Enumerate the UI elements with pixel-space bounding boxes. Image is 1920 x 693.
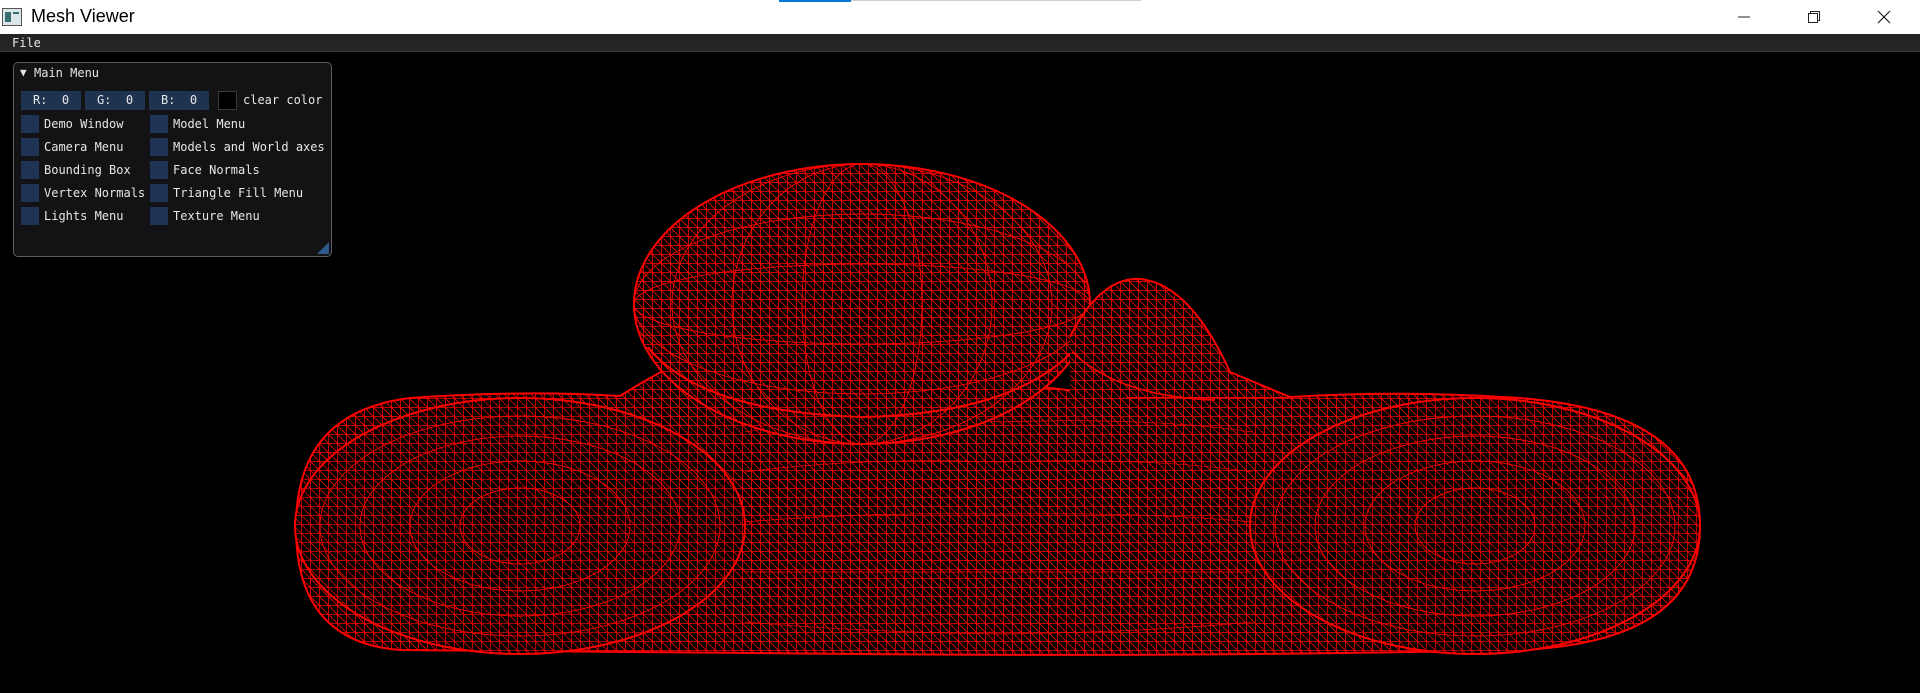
color-g-field[interactable]: G: 0 — [85, 91, 145, 110]
main-menu-panel: ▼ Main Menu R: 0 G: 0 B: 0 clear color D… — [13, 62, 332, 257]
demo-window-checkbox[interactable] — [21, 115, 39, 133]
close-icon — [1877, 10, 1891, 24]
checkbox-label: Texture Menu — [173, 209, 260, 223]
models-world-axes-checkbox[interactable] — [150, 138, 168, 156]
checkbox-label: Vertex Normals — [44, 186, 146, 200]
panel-header[interactable]: ▼ Main Menu — [14, 63, 331, 83]
close-button[interactable] — [1849, 0, 1919, 34]
color-r-field[interactable]: R: 0 — [21, 91, 81, 110]
restore-button[interactable] — [1779, 0, 1849, 34]
checkbox-label: Lights Menu — [44, 209, 124, 223]
clear-color-label: clear color — [243, 93, 323, 107]
window-title: Mesh Viewer — [31, 6, 135, 26]
vertex-normals-checkbox[interactable] — [21, 184, 39, 202]
title-accent-line — [779, 0, 851, 2]
checkbox-label: Triangle Fill Menu — [173, 186, 304, 200]
panel-title: Main Menu — [34, 66, 100, 80]
minimize-button[interactable] — [1709, 0, 1779, 34]
texture-menu-checkbox[interactable] — [150, 207, 168, 225]
camera-menu-checkbox[interactable] — [21, 138, 39, 156]
face-normals-checkbox[interactable] — [150, 161, 168, 179]
clear-color-swatch[interactable] — [218, 91, 237, 110]
minimize-icon — [1738, 16, 1750, 18]
checkbox-label: Models and World axes — [173, 140, 325, 154]
bounding-box-checkbox[interactable] — [21, 161, 39, 179]
triangle-fill-menu-checkbox[interactable] — [150, 184, 168, 202]
mesh-bump — [1069, 277, 1291, 401]
title-divider-line — [851, 0, 1141, 1]
checkbox-label: Bounding Box — [44, 163, 131, 177]
checkbox-label: Demo Window — [44, 117, 124, 131]
restore-icon — [1808, 11, 1820, 23]
file-menu[interactable]: File — [12, 35, 41, 51]
title-bar: Mesh Viewer — [0, 0, 1920, 34]
checkbox-label: Model Menu — [173, 117, 246, 131]
app-icon — [2, 8, 22, 26]
checkbox-label: Face Normals — [173, 163, 260, 177]
menu-bar: File — [0, 34, 1920, 52]
checkbox-label: Camera Menu — [44, 140, 124, 154]
lights-menu-checkbox[interactable] — [21, 207, 39, 225]
model-menu-checkbox[interactable] — [150, 115, 168, 133]
color-b-field[interactable]: B: 0 — [149, 91, 209, 110]
triangle-down-icon[interactable]: ▼ — [20, 66, 27, 79]
resize-grip[interactable] — [317, 242, 329, 254]
